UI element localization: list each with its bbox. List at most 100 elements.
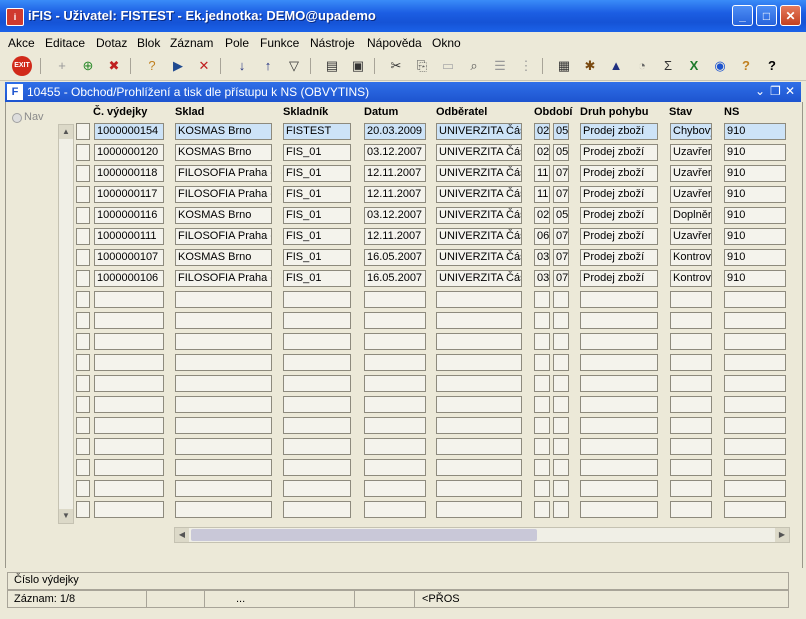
- cell-vydejka[interactable]: 1000000117: [94, 186, 164, 203]
- cell-skladnik[interactable]: FIS_01: [283, 186, 351, 203]
- cell-vydejka[interactable]: [94, 438, 164, 455]
- cell-skladnik[interactable]: [283, 312, 351, 329]
- cell-obdobi-mesic[interactable]: 03: [534, 270, 550, 287]
- cell-sklad[interactable]: [175, 354, 272, 371]
- cell-druh[interactable]: [580, 501, 658, 518]
- cell-datum[interactable]: [364, 312, 426, 329]
- cell-odberatel[interactable]: UNIVERZITA Část: [436, 228, 522, 245]
- row-selector[interactable]: [76, 417, 90, 434]
- cell-skladnik[interactable]: [283, 438, 351, 455]
- cell-sklad[interactable]: KOSMAS Brno: [175, 249, 272, 266]
- cell-vydejka[interactable]: [94, 396, 164, 413]
- cell-sklad[interactable]: KOSMAS Brno: [175, 144, 272, 161]
- cell-vydejka[interactable]: 1000000116: [94, 207, 164, 224]
- paste-icon[interactable]: ▭: [438, 56, 458, 76]
- cell-ns[interactable]: [724, 480, 786, 497]
- cancel-query-icon[interactable]: ✕: [194, 56, 214, 76]
- horizontal-scrollbar[interactable]: ◀ ▶: [174, 527, 790, 543]
- cell-vydejka[interactable]: [94, 291, 164, 308]
- cell-obdobi-mesic[interactable]: 06: [534, 228, 550, 245]
- cell-odberatel[interactable]: [436, 480, 522, 497]
- cell-stav[interactable]: Uzavřen: [670, 228, 712, 245]
- delete-record-icon[interactable]: ✖: [104, 56, 124, 76]
- cell-obdobi-rok[interactable]: [553, 291, 569, 308]
- query-icon[interactable]: ?: [142, 56, 162, 76]
- cell-vydejka[interactable]: 1000000107: [94, 249, 164, 266]
- form-minimize-icon[interactable]: ⌄: [755, 84, 765, 98]
- cell-druh[interactable]: [580, 291, 658, 308]
- row-selector[interactable]: [76, 165, 90, 182]
- cell-vydejka[interactable]: [94, 354, 164, 371]
- cell-datum[interactable]: [364, 333, 426, 350]
- cell-ns[interactable]: 910: [724, 186, 786, 203]
- cell-obdobi-rok[interactable]: [553, 375, 569, 392]
- cell-druh[interactable]: Prodej zboží: [580, 123, 658, 140]
- cell-obdobi-mesic[interactable]: 02: [534, 123, 550, 140]
- cell-skladnik[interactable]: [283, 417, 351, 434]
- cell-druh[interactable]: [580, 480, 658, 497]
- cell-druh[interactable]: [580, 396, 658, 413]
- cell-stav[interactable]: [670, 501, 712, 518]
- cell-stav[interactable]: Uzavřen: [670, 144, 712, 161]
- cell-vydejka[interactable]: [94, 333, 164, 350]
- cell-stav[interactable]: [670, 312, 712, 329]
- cell-stav[interactable]: Kontrové: [670, 270, 712, 287]
- menu-napoveda[interactable]: Nápověda: [367, 36, 422, 50]
- sum-icon[interactable]: Σ: [658, 56, 678, 76]
- menu-dotaz[interactable]: Dotaz: [96, 36, 127, 50]
- cell-ns[interactable]: 910: [724, 165, 786, 182]
- cell-skladnik[interactable]: FIS_01: [283, 207, 351, 224]
- cell-obdobi-mesic[interactable]: 11: [534, 186, 550, 203]
- minimize-button[interactable]: _: [732, 5, 753, 26]
- cell-druh[interactable]: Prodej zboží: [580, 249, 658, 266]
- cell-druh[interactable]: Prodej zboží: [580, 186, 658, 203]
- cell-obdobi-rok[interactable]: [553, 333, 569, 350]
- execute-query-icon[interactable]: ▶: [168, 56, 188, 76]
- cell-obdobi-rok[interactable]: 05: [553, 123, 569, 140]
- cell-obdobi-rok[interactable]: [553, 417, 569, 434]
- cell-sklad[interactable]: [175, 438, 272, 455]
- maximize-button[interactable]: □: [756, 5, 777, 26]
- cell-stav[interactable]: Doplněn: [670, 207, 712, 224]
- cell-vydejka[interactable]: 1000000118: [94, 165, 164, 182]
- cell-obdobi-rok[interactable]: [553, 354, 569, 371]
- cell-druh[interactable]: [580, 375, 658, 392]
- cell-odberatel[interactable]: [436, 354, 522, 371]
- cell-datum[interactable]: 16.05.2007: [364, 270, 426, 287]
- cut-icon[interactable]: ✂: [386, 56, 406, 76]
- find-icon[interactable]: ⌕: [464, 56, 484, 76]
- cell-obdobi-mesic[interactable]: [534, 501, 550, 518]
- cell-datum[interactable]: 12.11.2007: [364, 165, 426, 182]
- form-close-icon[interactable]: ✕: [785, 84, 795, 98]
- cell-ns[interactable]: 910: [724, 207, 786, 224]
- cell-stav[interactable]: [670, 333, 712, 350]
- help-context-icon[interactable]: ?: [736, 56, 756, 76]
- cell-datum[interactable]: [364, 375, 426, 392]
- cell-ns[interactable]: 910: [724, 270, 786, 287]
- cell-druh[interactable]: [580, 312, 658, 329]
- cell-obdobi-rok[interactable]: [553, 480, 569, 497]
- columns-icon[interactable]: ⋮: [516, 56, 536, 76]
- sort-ascending-icon[interactable]: ↓: [232, 56, 252, 76]
- cell-druh[interactable]: Prodej zboží: [580, 207, 658, 224]
- cell-ns[interactable]: [724, 459, 786, 476]
- cell-sklad[interactable]: [175, 375, 272, 392]
- row-selector[interactable]: [76, 291, 90, 308]
- cell-sklad[interactable]: FILOSOFIA Praha -: [175, 228, 272, 245]
- cell-ns[interactable]: [724, 501, 786, 518]
- cell-stav[interactable]: Chybový: [670, 123, 712, 140]
- settings-icon[interactable]: ✱: [580, 56, 600, 76]
- menu-editace[interactable]: Editace: [45, 36, 85, 50]
- cell-druh[interactable]: [580, 417, 658, 434]
- row-selector[interactable]: [76, 459, 90, 476]
- cell-skladnik[interactable]: [283, 291, 351, 308]
- cell-datum[interactable]: [364, 459, 426, 476]
- cell-datum[interactable]: 12.11.2007: [364, 186, 426, 203]
- cell-obdobi-mesic[interactable]: 02: [534, 207, 550, 224]
- cell-ns[interactable]: [724, 438, 786, 455]
- cell-sklad[interactable]: [175, 417, 272, 434]
- cell-ns[interactable]: 910: [724, 144, 786, 161]
- cell-druh[interactable]: Prodej zboží: [580, 228, 658, 245]
- row-selector[interactable]: [76, 438, 90, 455]
- menu-pole[interactable]: Pole: [225, 36, 249, 50]
